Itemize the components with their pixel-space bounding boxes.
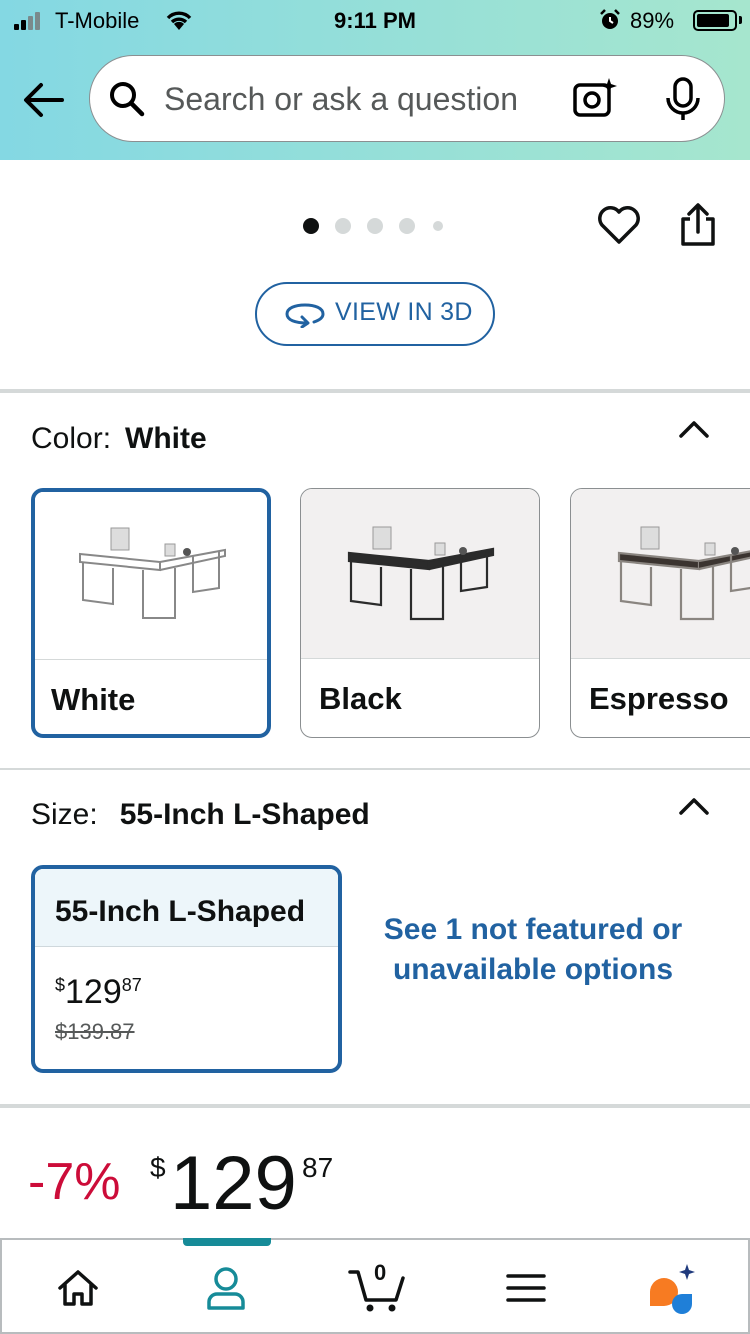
view-in-3d-button[interactable]: VIEW IN 3D bbox=[255, 282, 495, 346]
color-option-label: Espresso bbox=[589, 681, 729, 716]
rotate-3d-icon bbox=[285, 303, 325, 328]
section-divider bbox=[0, 1104, 750, 1108]
color-label: Color: bbox=[31, 422, 112, 455]
price-whole: 129 bbox=[65, 973, 122, 1011]
price-currency: $ bbox=[55, 975, 66, 995]
share-icon[interactable] bbox=[678, 203, 718, 247]
carousel-dot[interactable] bbox=[335, 218, 351, 234]
size-option-label: 55-Inch L-Shaped bbox=[55, 895, 306, 928]
selected-size-value: 55-Inch L-Shaped bbox=[119, 798, 370, 831]
carousel-dot[interactable] bbox=[433, 221, 443, 231]
carousel-dot[interactable] bbox=[399, 218, 415, 234]
search-bar[interactable] bbox=[89, 55, 725, 142]
active-tab-indicator bbox=[183, 1238, 271, 1246]
camera-lens-icon[interactable] bbox=[572, 76, 618, 122]
size-option-header: 55-Inch L-Shaped bbox=[35, 869, 338, 947]
account-icon[interactable] bbox=[200, 1262, 252, 1314]
search-input[interactable] bbox=[164, 76, 554, 122]
microphone-icon[interactable] bbox=[662, 76, 704, 122]
size-option-card[interactable]: 55-Inch L-Shaped $12987 $139.87 bbox=[31, 865, 342, 1073]
price-whole: 129 bbox=[170, 1141, 297, 1226]
bottom-navigation: 0 bbox=[0, 1238, 750, 1334]
desk-image-white bbox=[35, 492, 267, 660]
color-option-label: White bbox=[51, 682, 136, 717]
size-option-price: $12987 bbox=[55, 973, 142, 1012]
desk-image-espresso bbox=[571, 489, 750, 659]
desk-image-black bbox=[301, 489, 539, 659]
collapse-size-chevron-up-icon[interactable] bbox=[677, 795, 711, 817]
price-fraction: 87 bbox=[121, 975, 142, 995]
section-divider bbox=[0, 768, 750, 770]
price-fraction: 87 bbox=[302, 1152, 334, 1183]
color-option-espresso[interactable]: Espresso bbox=[570, 488, 750, 738]
alarm-icon bbox=[600, 9, 620, 29]
menu-icon[interactable] bbox=[500, 1262, 552, 1314]
selected-color-value: White bbox=[125, 422, 207, 455]
discount-percent: -7% bbox=[28, 1153, 121, 1211]
search-icon bbox=[110, 82, 145, 117]
color-selector-label: Color: White bbox=[31, 422, 207, 456]
image-carousel-indicator bbox=[300, 218, 460, 234]
color-option-black[interactable]: Black bbox=[300, 488, 540, 738]
back-arrow-icon[interactable] bbox=[22, 80, 66, 120]
collapse-color-chevron-up-icon[interactable] bbox=[677, 418, 711, 440]
carousel-dot[interactable] bbox=[367, 218, 383, 234]
battery-percent: 89% bbox=[630, 8, 675, 33]
cart-count: 0 bbox=[374, 1260, 387, 1285]
battery-icon bbox=[693, 10, 737, 31]
carousel-dot-active[interactable] bbox=[303, 218, 319, 234]
size-option-list-price: $139.87 bbox=[55, 1019, 135, 1044]
cart-button[interactable]: 0 bbox=[348, 1260, 408, 1314]
home-icon[interactable] bbox=[52, 1262, 104, 1314]
section-divider bbox=[0, 389, 750, 393]
app-header: T-Mobile 9:11 PM 89% bbox=[0, 0, 750, 160]
battery-tip bbox=[739, 16, 742, 24]
rufus-assistant-icon[interactable] bbox=[646, 1262, 698, 1314]
color-option-label: Black bbox=[319, 681, 402, 716]
heart-icon[interactable] bbox=[597, 204, 641, 246]
see-unavailable-options-link[interactable]: See 1 not featured or unavailable option… bbox=[378, 910, 688, 990]
size-label: Size: bbox=[31, 798, 98, 831]
price-currency-symbol: $ bbox=[150, 1152, 166, 1183]
view-in-3d-label: VIEW IN 3D bbox=[335, 298, 473, 326]
color-option-white[interactable]: White bbox=[31, 488, 271, 738]
size-selector-label: Size: 55-Inch L-Shaped bbox=[31, 798, 370, 832]
